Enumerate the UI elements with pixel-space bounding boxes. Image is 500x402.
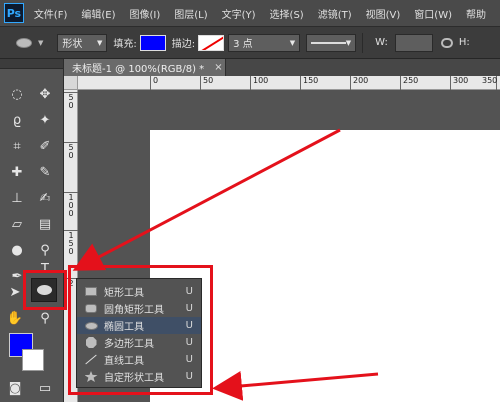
- ruler-label: 0: [68, 209, 74, 218]
- hand-tool-icon[interactable]: ✋: [4, 307, 26, 329]
- chevron-down-icon: ▼: [289, 38, 296, 47]
- ruler-label: 0: [153, 76, 159, 85]
- ruler-major-tick: [200, 76, 201, 90]
- ruler-label: 250: [403, 76, 419, 85]
- magic-wand-icon[interactable]: ✦: [34, 109, 56, 131]
- watermark: Bai 经验 jingyan.baidu.com: [420, 368, 494, 396]
- ruler-label: 50: [203, 76, 214, 85]
- watermark-brand: Bai 经验: [420, 372, 474, 387]
- ruler-label: 150: [303, 76, 319, 85]
- tab-bar-background: [226, 59, 500, 76]
- menu-select[interactable]: 选择(S): [270, 6, 304, 21]
- ruler-major-tick: [400, 76, 401, 90]
- menu-help[interactable]: 帮助: [466, 6, 486, 21]
- options-bar: ▼ 形状 ▼ 填充: 描边: 3 点 ▼ ▼ W: H:: [0, 27, 500, 59]
- gradient-tool-icon[interactable]: ▤: [34, 213, 56, 235]
- mode-value: 形状: [62, 39, 83, 50]
- crop-tool-icon[interactable]: ⌗: [6, 135, 28, 157]
- chevron-down-icon[interactable]: ▼: [38, 39, 43, 47]
- marquee-tool-icon[interactable]: ◌: [6, 83, 28, 105]
- watermark-url: jingyan.baidu.com: [420, 387, 494, 396]
- chevron-down-icon: ▼: [97, 38, 103, 47]
- stroke-type-select[interactable]: ▼: [306, 33, 357, 52]
- fill-color-swatch[interactable]: [139, 34, 166, 51]
- close-icon[interactable]: ×: [214, 62, 222, 73]
- horizontal-ruler[interactable]: 0 50 100 150 200 250 300 350: [78, 76, 500, 90]
- mode-select[interactable]: 形状 ▼: [57, 33, 108, 52]
- ruler-major-tick: [250, 76, 251, 90]
- document-tab-title: 未标题-1 @ 100%(RGB/8) *: [72, 64, 205, 75]
- ruler-major-tick: [350, 76, 351, 90]
- menu-file[interactable]: 文件(F): [34, 6, 68, 21]
- zoom-tool-icon[interactable]: ⚲: [34, 307, 56, 329]
- brush-tool-icon[interactable]: ✎: [34, 161, 56, 183]
- annotation-box-flyout: [68, 265, 213, 395]
- ruler-label: 350: [482, 76, 498, 85]
- ruler-label: 300: [453, 76, 469, 85]
- menu-view[interactable]: 视图(V): [366, 6, 401, 21]
- width-input[interactable]: [394, 33, 433, 52]
- divider: [362, 32, 364, 53]
- move-tool-icon[interactable]: ✥: [34, 83, 56, 105]
- ruler-label: 0: [68, 151, 74, 160]
- healing-brush-icon[interactable]: ✚: [6, 161, 28, 183]
- menu-edit[interactable]: 编辑(E): [81, 6, 115, 21]
- stroke-line-icon: [311, 41, 346, 44]
- ruler-origin[interactable]: [64, 76, 78, 90]
- link-icon[interactable]: [440, 37, 453, 48]
- ruler-major-tick: [300, 76, 301, 90]
- tools-panel-header: [0, 59, 63, 69]
- document-tab[interactable]: 未标题-1 @ 100%(RGB/8) * ×: [64, 59, 226, 76]
- ruler-major-tick: [150, 76, 151, 90]
- eyedropper-icon[interactable]: ✐: [34, 135, 56, 157]
- annotation-box-tool: [23, 270, 67, 310]
- stroke-label: 描边:: [171, 39, 196, 50]
- ruler-label: 200: [353, 76, 369, 85]
- tool-preset-picker[interactable]: [10, 33, 38, 53]
- fill-label: 填充:: [113, 39, 137, 50]
- stroke-size-select[interactable]: 3 点 ▼: [228, 33, 301, 52]
- blur-tool-icon[interactable]: ●: [6, 239, 28, 261]
- history-brush-icon[interactable]: ✍: [34, 187, 56, 209]
- screen-mode-icon[interactable]: ▭: [34, 377, 56, 399]
- menu-bar: Ps 文件(F) 编辑(E) 图像(I) 图层(L) 文字(Y) 选择(S) 滤…: [0, 0, 500, 27]
- height-label: H:: [458, 37, 470, 48]
- chevron-down-icon: ▼: [345, 38, 352, 47]
- clone-stamp-icon[interactable]: ⊥: [6, 187, 28, 209]
- tools-panel: ◌ ✥ ϱ ✦ ⌗ ✐ ✚ ✎ ⊥ ✍ ▱ ▤ ● ⚲ ✒ T ➤ ✋ ⚲ ◙ …: [0, 59, 64, 402]
- quick-mask-icon[interactable]: ◙: [4, 377, 26, 399]
- eraser-tool-icon[interactable]: ▱: [6, 213, 28, 235]
- menu-type[interactable]: 文字(Y): [222, 6, 256, 21]
- menu-image[interactable]: 图像(I): [130, 6, 161, 21]
- stroke-size-value: 3 点: [233, 39, 253, 50]
- lasso-tool-icon[interactable]: ϱ: [6, 109, 28, 131]
- ruler-label: 0: [68, 247, 74, 256]
- menu-filter[interactable]: 滤镜(T): [318, 6, 352, 21]
- background-color-swatch[interactable]: [22, 349, 44, 371]
- menu-window[interactable]: 窗口(W): [414, 6, 452, 21]
- ruler-label: 100: [253, 76, 269, 85]
- ruler-label: 0: [68, 101, 74, 110]
- photoshop-logo: Ps: [4, 3, 24, 23]
- menu-layer[interactable]: 图层(L): [174, 6, 207, 21]
- ellipse-icon: [16, 37, 32, 48]
- ruler-major-tick: [450, 76, 451, 90]
- stroke-color-swatch[interactable]: [198, 34, 225, 51]
- width-label: W:: [375, 37, 388, 48]
